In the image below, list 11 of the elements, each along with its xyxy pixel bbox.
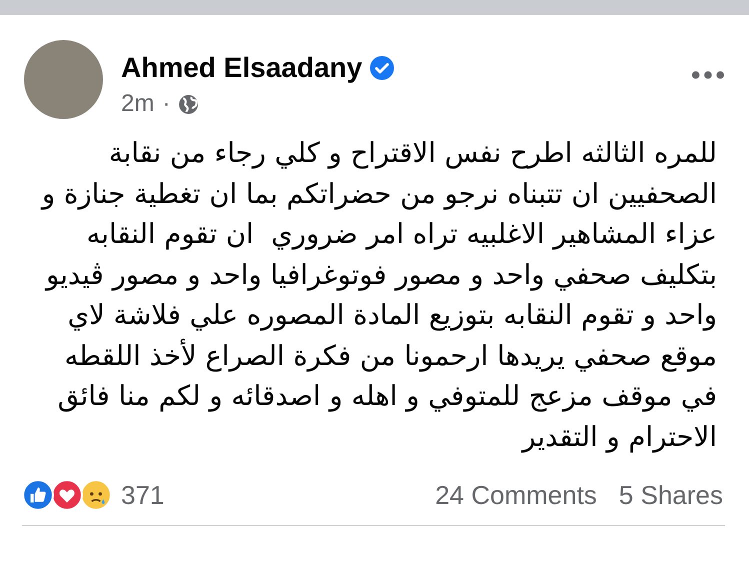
post-text: للمره الثالثه اطرح نفس الاقتراح و كلي رجاء من نقابة الصحفيين ان تتبناه نرجو من حضراتكم بما ان تغطية جنازة و عزاء المشاهير الاغلبيه تراه امر ضروري ان تقوم النقابه بتكليف صحفي واحد و مصور فوتوغرافيا واحد و مصور ڤيديو واحد و تقوم النقابه بتوزيع المادة المصوره علي فلاشة لاي موقع صحفي يريدها ارحمونا من فكرة الصراع لأخذ اللقطه في موقف مزعج للمتوفي و اهله و اصدقائه و لكم منا فائق الاحترام و التقدير [40,136,717,455]
shares-count[interactable]: 5 Shares [618,480,723,510]
comments-count[interactable]: 24 Comments [435,480,597,510]
crying-face-icon [80,479,112,511]
reaction-count[interactable]: 371 [121,480,164,510]
post-time[interactable]: 2m [121,90,154,118]
separator: · [162,90,170,118]
more-options-icon[interactable] [691,70,725,80]
globe-icon [178,94,200,114]
thumbs-up-icon [22,479,54,511]
author-name[interactable]: Ahmed Elsaadany [121,52,362,84]
